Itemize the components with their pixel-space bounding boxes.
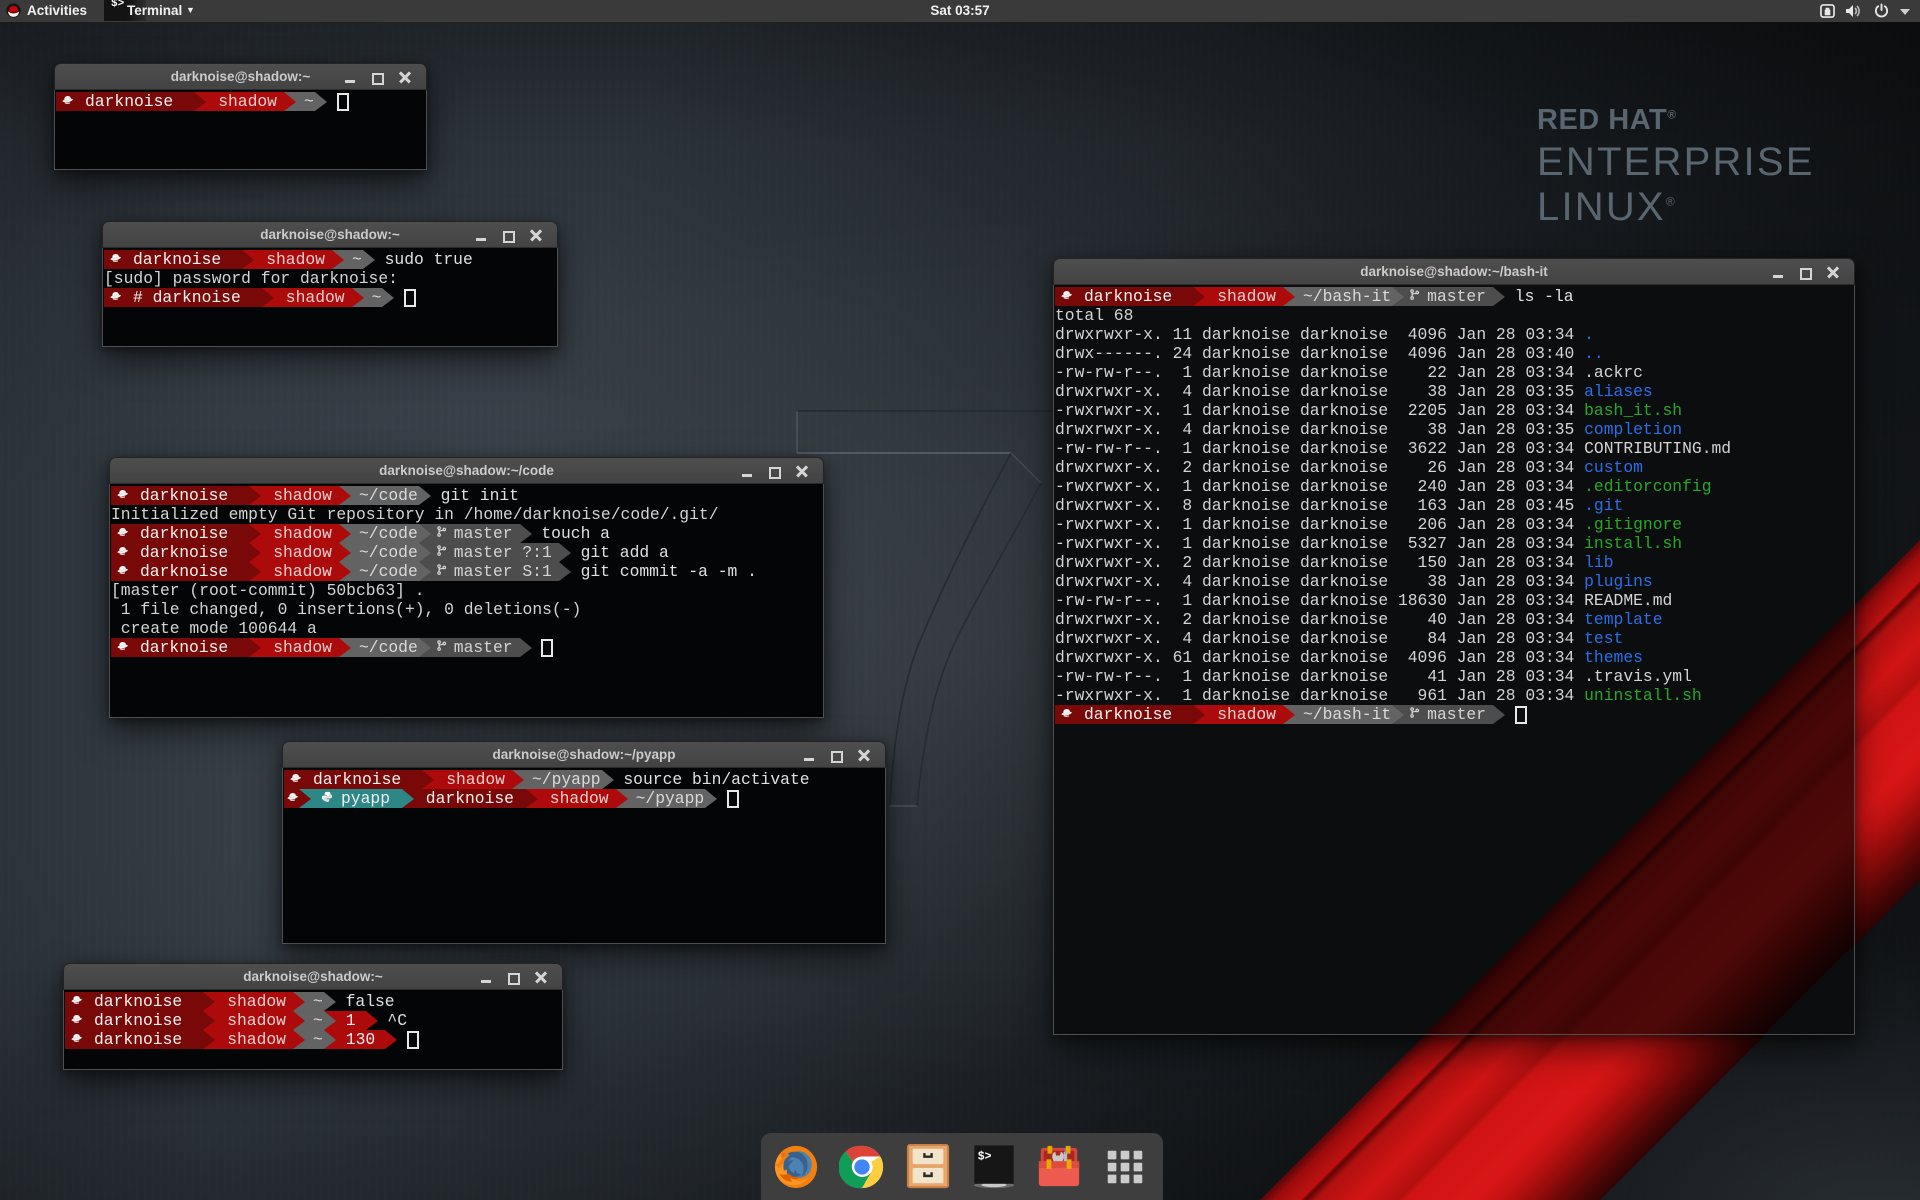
svg-text:$>: $>: [978, 1150, 992, 1163]
